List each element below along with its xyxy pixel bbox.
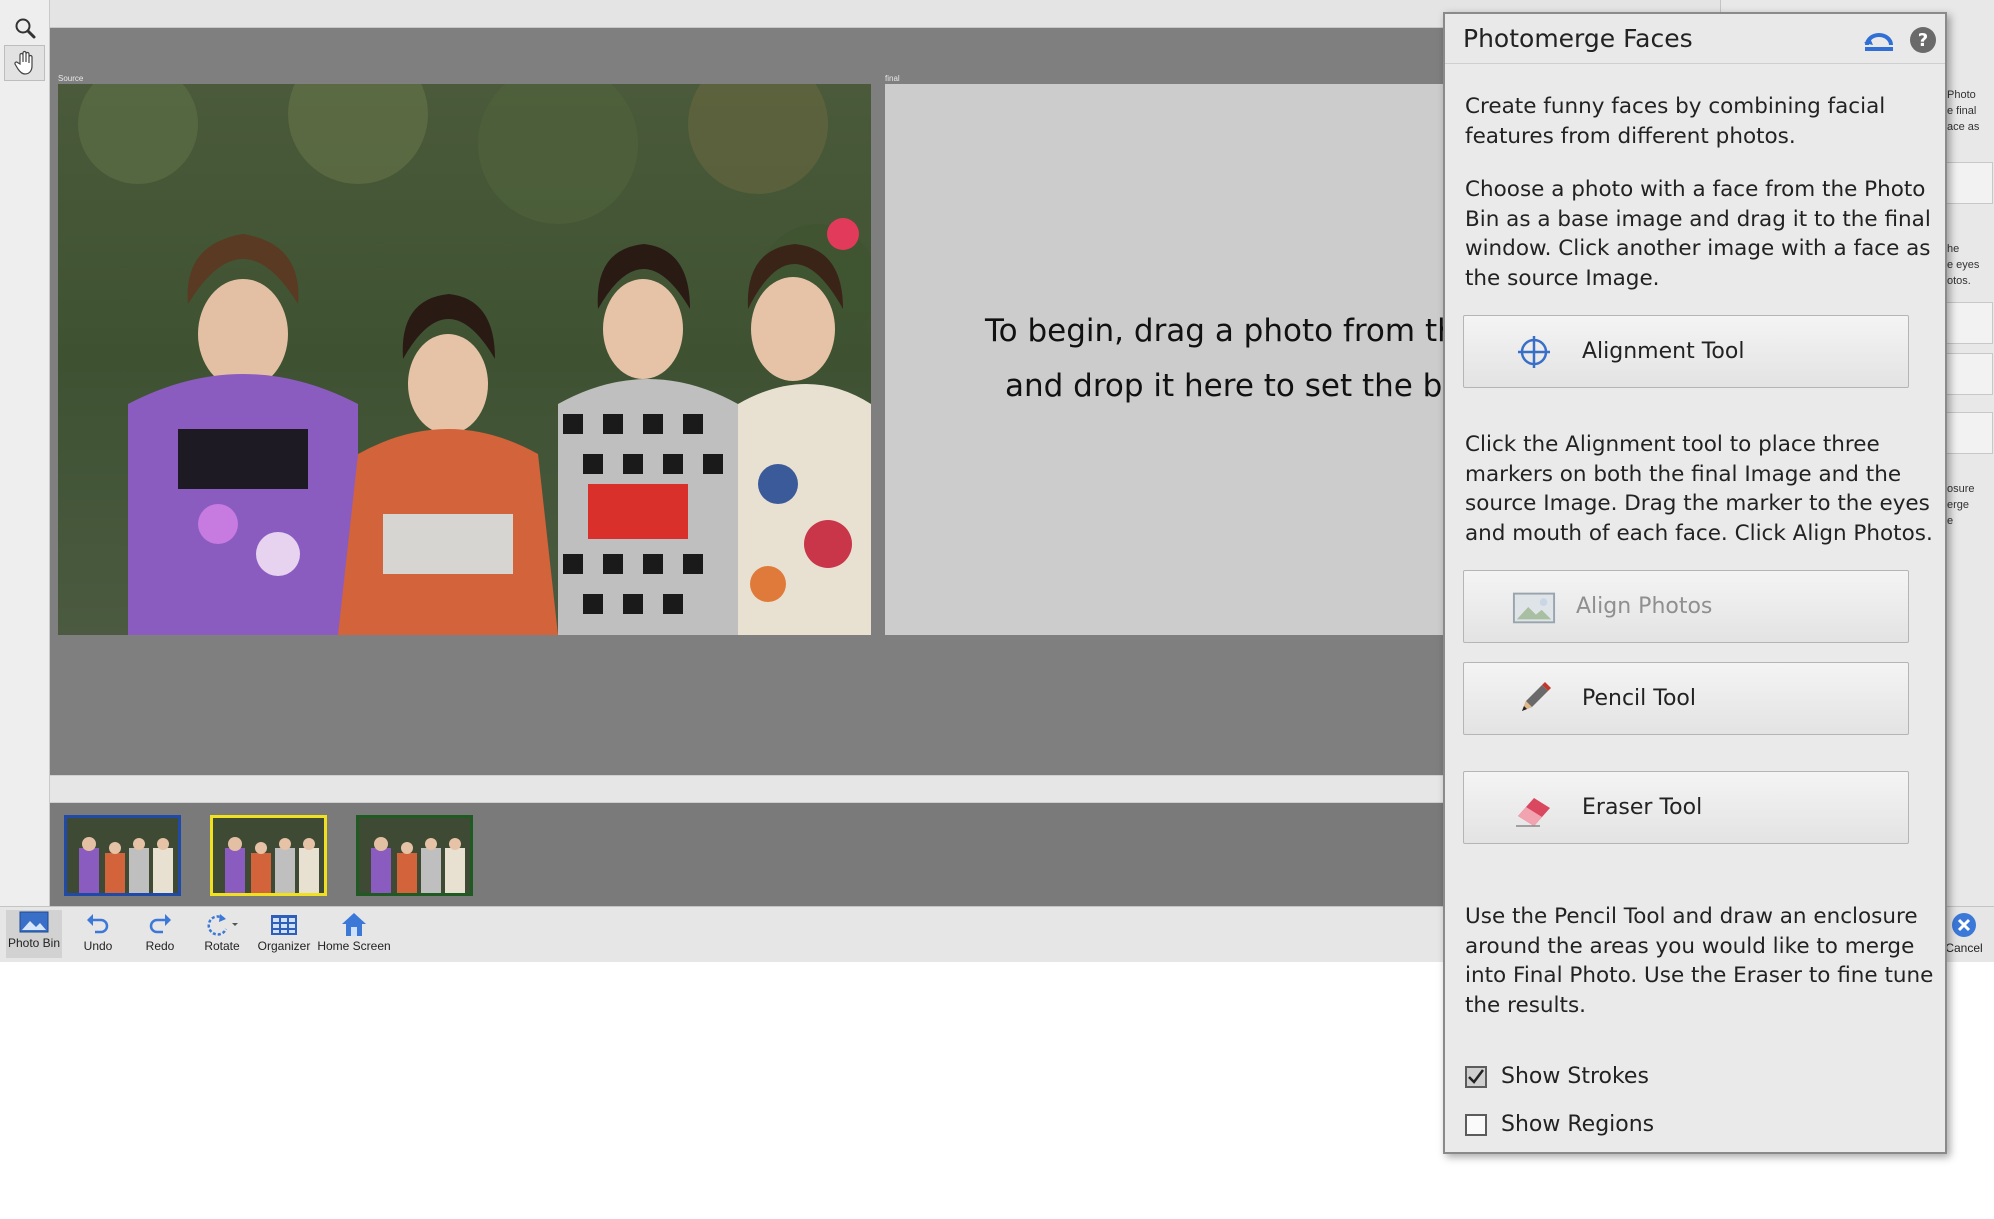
show-regions-checkbox-box[interactable]: [1465, 1113, 1487, 1136]
bg-panel-fragment-4: he: [1947, 243, 1960, 255]
show-regions-label: Show Regions: [1501, 1112, 1655, 1137]
home-screen-button[interactable]: Home Screen: [314, 911, 394, 953]
show-strokes-label: Show Strokes: [1501, 1064, 1649, 1089]
magnifier-icon: [15, 18, 35, 39]
photo-bin-button[interactable]: Photo Bin: [6, 910, 62, 958]
pencil-tool-button[interactable]: Pencil Tool: [1463, 662, 1909, 735]
photomerge-faces-screen: Source final To begin, drag a photo from…: [0, 0, 1994, 1219]
panel-header: Photomerge Faces ?: [1445, 14, 1945, 64]
rotate-label: Rotate: [204, 939, 240, 953]
bg-panel-fragment-6: otos.: [1947, 275, 1971, 287]
photo-icon: [1512, 585, 1556, 629]
source-image[interactable]: [58, 84, 871, 635]
photomerge-faces-panel: Photomerge Faces ? Create funny faces by…: [1443, 12, 1947, 1154]
intro-text: Create funny faces by combining facial f…: [1465, 94, 1886, 149]
bg-panel-fragment-2: e final: [1947, 105, 1977, 117]
cancel-button[interactable]: Cancel: [1940, 911, 1988, 955]
show-regions-checkbox[interactable]: Show Regions: [1465, 1112, 1654, 1137]
bg-panel-fragment-5: e eyes: [1947, 259, 1980, 271]
show-strokes-checkbox[interactable]: Show Strokes: [1465, 1064, 1649, 1089]
svg-text:?: ?: [1918, 30, 1928, 51]
final-instructions: To begin, drag a photo from the and drop…: [985, 304, 1445, 414]
alignment-tool-button[interactable]: Alignment Tool: [1463, 315, 1909, 388]
organizer-icon: [271, 915, 297, 935]
redo-icon: [149, 914, 171, 934]
rotate-button[interactable]: Rotate: [200, 911, 244, 953]
undo-icon: [87, 914, 109, 934]
bg-panel-fragment-1: Photo: [1947, 89, 1976, 101]
redo-label: Redo: [145, 939, 175, 953]
bg-panel-fragment-9: e: [1947, 515, 1954, 527]
panel-title: Photomerge Faces: [1463, 24, 1693, 53]
crosshair-icon: [1512, 330, 1556, 374]
home-icon: [342, 913, 366, 936]
source-label: Source: [58, 74, 84, 83]
reset-icon: [1864, 33, 1893, 51]
align-photos-label: Align Photos: [1576, 594, 1713, 619]
thumbnail-image-1: [67, 818, 178, 893]
undo-label: Undo: [83, 939, 113, 953]
final-image-drop-area[interactable]: To begin, drag a photo from the and drop…: [885, 84, 1445, 635]
step2-text: Click the Alignment tool to place three …: [1465, 432, 1933, 546]
eraser-icon: [1512, 786, 1556, 830]
redo-button[interactable]: Redo: [140, 911, 180, 953]
bg-panel-button-4: [1943, 412, 1993, 454]
show-strokes-checkbox-box[interactable]: [1465, 1065, 1487, 1088]
eraser-tool-button[interactable]: Eraser Tool: [1463, 771, 1909, 844]
step3-text: Use the Pencil Tool and draw an enclosur…: [1465, 904, 1934, 1018]
undo-button[interactable]: Undo: [78, 911, 118, 953]
checkmark-icon: [1468, 1068, 1484, 1084]
bg-panel-fragment-8: erge: [1947, 499, 1970, 511]
photo-bin-icon: [19, 911, 49, 933]
eraser-tool-label: Eraser Tool: [1582, 795, 1703, 820]
final-instructions-line2: and drop it here to set the bas: [1005, 368, 1445, 404]
final-instructions-line1: To begin, drag a photo from the: [985, 313, 1445, 349]
tool-column: [0, 0, 50, 962]
thumbnail-image-2: [213, 818, 324, 893]
cancel-icon: [1952, 913, 1976, 937]
align-photos-button[interactable]: Align Photos: [1463, 570, 1909, 643]
help-button[interactable]: ?: [1907, 25, 1939, 55]
source-photo-graphic: [58, 84, 871, 635]
photo-bin-divider: [50, 775, 1444, 803]
bg-panel-fragment-7: osure: [1947, 483, 1975, 495]
photo-bin-strip: [50, 803, 1444, 906]
photo-bin-label: Photo Bin: [7, 936, 61, 950]
thumbnail-image-3: [359, 818, 470, 893]
home-screen-label: Home Screen: [317, 939, 391, 953]
step1-text: Choose a photo with a face from the Phot…: [1465, 177, 1931, 291]
rotate-icon: [207, 914, 238, 936]
bg-panel-button-3: [1943, 353, 1993, 395]
organizer-label: Organizer: [257, 939, 311, 953]
bg-panel-fragment-3: ace as: [1947, 121, 1980, 133]
pencil-tool-label: Pencil Tool: [1582, 686, 1697, 711]
bg-panel-button-1: [1943, 162, 1993, 204]
alignment-tool-label: Alignment Tool: [1582, 339, 1745, 364]
reset-panel-button[interactable]: [1863, 25, 1895, 55]
hand-icon: [13, 50, 33, 75]
final-label: final: [885, 74, 900, 83]
cancel-label: Cancel: [1945, 941, 1983, 955]
zoom-tool-button[interactable]: [4, 10, 45, 46]
bg-panel-button-2: [1943, 302, 1993, 344]
photo-bin-thumbnail-2[interactable]: [210, 815, 327, 896]
organizer-button[interactable]: Organizer: [254, 911, 314, 953]
hand-tool-button[interactable]: [4, 45, 45, 81]
photo-bin-thumbnail-3[interactable]: [356, 815, 473, 896]
pencil-icon: [1512, 677, 1556, 721]
help-icon: ?: [1910, 27, 1936, 53]
photo-bin-thumbnail-1[interactable]: [64, 815, 181, 896]
